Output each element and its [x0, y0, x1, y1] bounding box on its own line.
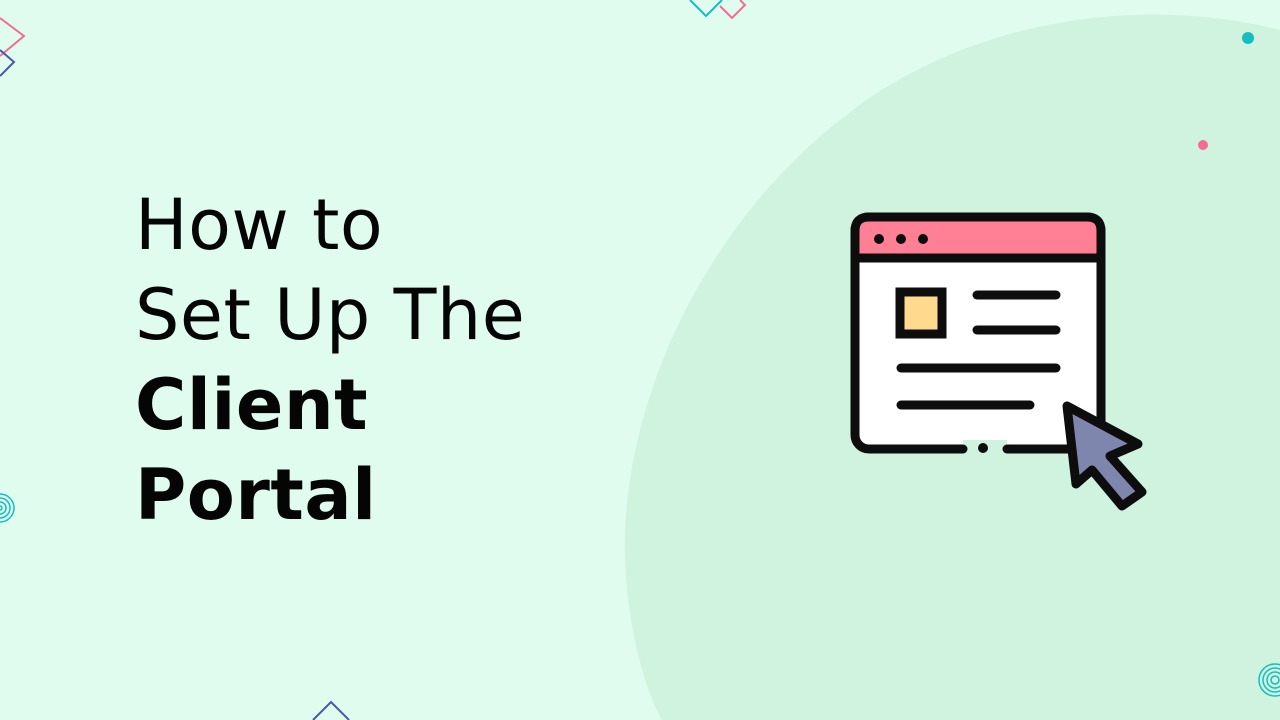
title-line-2: Set Up The: [135, 274, 526, 356]
title-line-3: Client: [135, 364, 369, 446]
diamond-outline-icon: [312, 700, 350, 720]
dot-icon: [1198, 140, 1208, 150]
page-title: How to Set Up The Client Portal: [135, 180, 525, 540]
title-line-4: Portal: [135, 454, 377, 536]
dot-icon: [1242, 32, 1254, 44]
title-line-1: How to: [135, 184, 384, 266]
diamond-outline-icon: [0, 17, 26, 77]
concentric-circle-icon: [0, 493, 15, 523]
diamond-outline-icon: [689, 0, 747, 20]
browser-window-cursor-icon: [850, 212, 1147, 511]
concentric-circle-icon: [1258, 663, 1280, 697]
